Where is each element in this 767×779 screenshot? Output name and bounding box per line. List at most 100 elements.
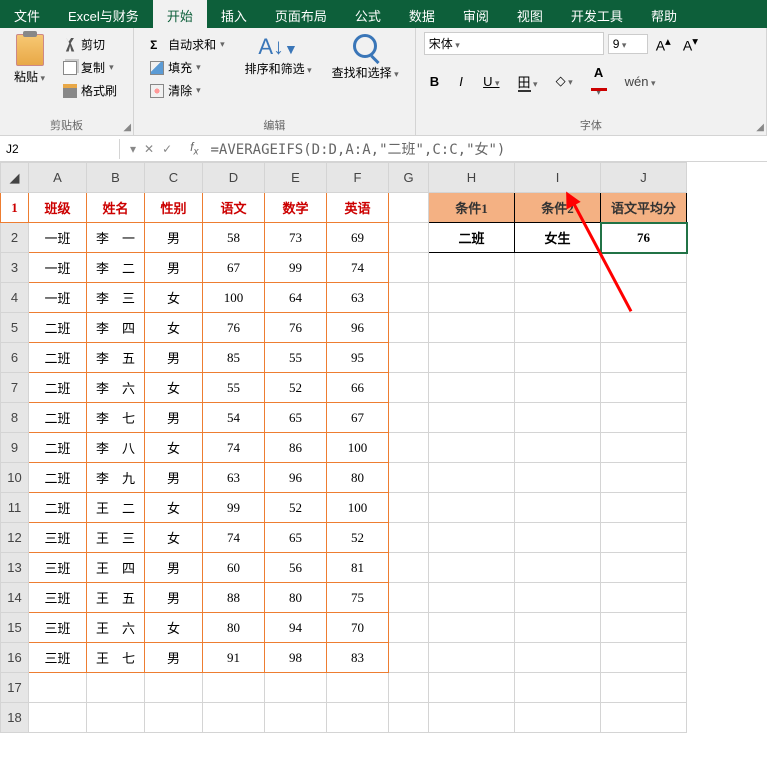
cell[interactable]: 男 (145, 643, 203, 673)
cell[interactable]: 67 (327, 403, 389, 433)
cell[interactable] (29, 703, 87, 733)
cell[interactable]: 63 (203, 463, 265, 493)
cell[interactable] (389, 373, 429, 403)
tab-excel-finance[interactable]: Excel与财务 (54, 0, 153, 28)
cell[interactable]: 二班 (29, 463, 87, 493)
cell[interactable]: 83 (327, 643, 389, 673)
cell[interactable]: 76 (203, 313, 265, 343)
cell[interactable] (265, 673, 327, 703)
cell[interactable]: 一班 (29, 283, 87, 313)
cell[interactable]: 52 (327, 523, 389, 553)
cell[interactable]: 李 二 (87, 253, 145, 283)
phonetic-button[interactable]: wén (619, 71, 662, 92)
confirm-formula-icon[interactable]: ✓ (162, 142, 172, 156)
decrease-font-button[interactable]: A▾ (679, 32, 702, 56)
cell[interactable] (203, 673, 265, 703)
cell[interactable]: 女 (145, 613, 203, 643)
cell[interactable]: 女 (145, 523, 203, 553)
cell[interactable] (389, 253, 429, 283)
cell[interactable]: 李 六 (87, 373, 145, 403)
cell[interactable]: 100 (327, 493, 389, 523)
row-header[interactable]: 18 (1, 703, 29, 733)
cell[interactable] (389, 493, 429, 523)
row-header[interactable]: 4 (1, 283, 29, 313)
cell[interactable] (429, 493, 515, 523)
cell[interactable]: 88 (203, 583, 265, 613)
tab-page-layout[interactable]: 页面布局 (261, 0, 341, 28)
tab-data[interactable]: 数据 (395, 0, 449, 28)
row-header[interactable]: 15 (1, 613, 29, 643)
cell[interactable] (601, 703, 687, 733)
formula-dropdown-icon[interactable]: ▾ (130, 142, 136, 156)
row-header[interactable]: 3 (1, 253, 29, 283)
row-header[interactable]: 6 (1, 343, 29, 373)
cell[interactable]: 94 (265, 613, 327, 643)
row-header[interactable]: 12 (1, 523, 29, 553)
cell[interactable] (265, 703, 327, 733)
col-header[interactable]: F (327, 163, 389, 193)
cell[interactable] (429, 613, 515, 643)
fx-icon[interactable]: fx (182, 140, 206, 157)
cell[interactable] (389, 403, 429, 433)
col-header[interactable]: D (203, 163, 265, 193)
cell[interactable]: 二班 (29, 313, 87, 343)
cell[interactable]: 100 (327, 433, 389, 463)
cell[interactable]: 66 (327, 373, 389, 403)
cell[interactable] (601, 613, 687, 643)
name-box[interactable] (0, 139, 120, 159)
cell[interactable]: 76 (265, 313, 327, 343)
cell[interactable] (515, 253, 601, 283)
cell[interactable]: 王 六 (87, 613, 145, 643)
col-header[interactable]: C (145, 163, 203, 193)
cell[interactable] (429, 433, 515, 463)
cell[interactable] (327, 673, 389, 703)
cell[interactable]: 王 七 (87, 643, 145, 673)
cell[interactable]: 李 三 (87, 283, 145, 313)
cell[interactable] (87, 703, 145, 733)
clear-button[interactable]: 清除 (146, 80, 229, 101)
cell[interactable] (145, 703, 203, 733)
row-header[interactable]: 11 (1, 493, 29, 523)
tab-help[interactable]: 帮助 (637, 0, 691, 28)
cell[interactable]: 100 (203, 283, 265, 313)
tab-formulas[interactable]: 公式 (341, 0, 395, 28)
cell[interactable]: 三班 (29, 613, 87, 643)
cell[interactable] (389, 613, 429, 643)
cell[interactable] (389, 703, 429, 733)
cell[interactable] (429, 703, 515, 733)
cell[interactable] (515, 433, 601, 463)
cell[interactable]: 二班 (29, 373, 87, 403)
cell[interactable]: 男 (145, 553, 203, 583)
cell[interactable]: 女 (145, 313, 203, 343)
row-header[interactable]: 9 (1, 433, 29, 463)
cell[interactable]: 86 (265, 433, 327, 463)
cell[interactable] (389, 643, 429, 673)
cut-button[interactable]: 剪切 (59, 34, 121, 55)
grid[interactable]: ◢ A B C D E F G H I J 1 班级 姓名 性别 语文 数学 英… (0, 162, 687, 733)
side-value-avg[interactable]: 76 (601, 223, 687, 253)
cell[interactable]: 55 (203, 373, 265, 403)
cell[interactable]: 95 (327, 343, 389, 373)
select-all-corner[interactable]: ◢ (1, 163, 29, 193)
row-header[interactable]: 8 (1, 403, 29, 433)
cell[interactable]: 52 (265, 493, 327, 523)
cell[interactable]: 李 九 (87, 463, 145, 493)
cell[interactable]: 李 八 (87, 433, 145, 463)
font-color-button[interactable]: A (585, 62, 613, 101)
cell[interactable] (429, 283, 515, 313)
cell[interactable]: 一班 (29, 223, 87, 253)
tab-view[interactable]: 视图 (503, 0, 557, 28)
col-header[interactable]: A (29, 163, 87, 193)
cell[interactable]: 男 (145, 463, 203, 493)
cell[interactable] (429, 673, 515, 703)
cell[interactable]: 65 (265, 523, 327, 553)
cell[interactable]: 女 (145, 433, 203, 463)
formula-input[interactable] (207, 138, 767, 160)
cell[interactable] (601, 643, 687, 673)
tab-home[interactable]: 开始 (153, 0, 207, 28)
cell[interactable]: 女 (145, 283, 203, 313)
header-class[interactable]: 班级 (29, 193, 87, 223)
cell[interactable] (601, 313, 687, 343)
cell[interactable] (515, 523, 601, 553)
cell[interactable] (429, 583, 515, 613)
